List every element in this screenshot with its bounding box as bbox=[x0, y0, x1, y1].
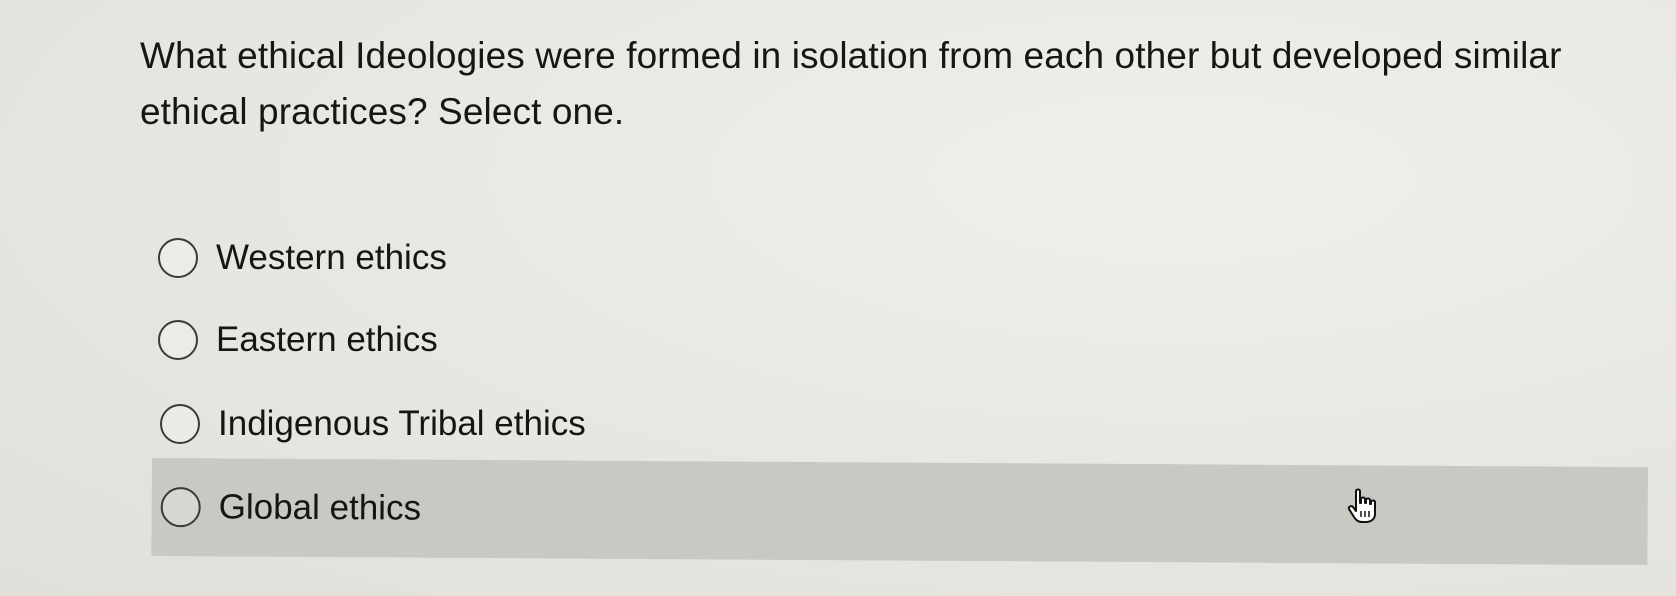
option-label: Indigenous Tribal ethics bbox=[218, 404, 586, 443]
radio-button[interactable] bbox=[160, 404, 200, 444]
option-label: Western ethics bbox=[216, 238, 447, 277]
answer-options: Western ethics Eastern ethics Indigenous… bbox=[0, 0, 1676, 596]
option-eastern-ethics[interactable]: Eastern ethics bbox=[158, 320, 438, 360]
option-label: Eastern ethics bbox=[216, 320, 438, 359]
radio-button[interactable] bbox=[158, 238, 198, 278]
option-indigenous-tribal-ethics[interactable]: Indigenous Tribal ethics bbox=[160, 404, 586, 444]
option-global-ethics[interactable]: Global ethics bbox=[151, 458, 1648, 566]
hand-pointer-icon bbox=[1347, 488, 1376, 523]
radio-button[interactable] bbox=[160, 487, 201, 528]
radio-button[interactable] bbox=[158, 320, 198, 360]
option-label: Global ethics bbox=[218, 487, 422, 528]
option-western-ethics[interactable]: Western ethics bbox=[158, 238, 447, 278]
